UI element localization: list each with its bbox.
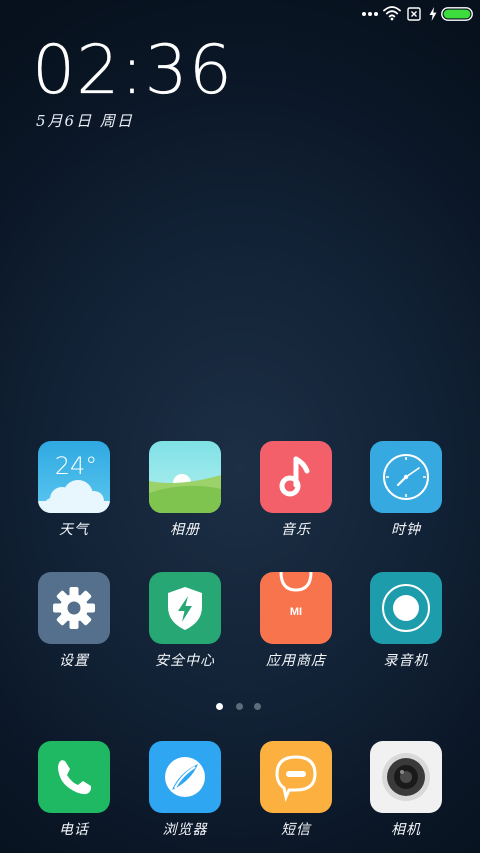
weather-icon: 24° [38,441,110,513]
gallery-icon [149,441,221,513]
shield-bolt-icon [149,572,221,644]
phone-icon [38,741,110,813]
home-screen: 02:36 5月6日 周日 24° 天气 相册 音乐 时钟 设置 安全中心 MI… [0,0,480,853]
weather-temperature: 24° [55,452,98,480]
app-label: 电话 [59,822,89,838]
page-dot-active[interactable] [216,703,223,710]
dock-browser[interactable]: 浏览器 [130,741,240,851]
page-indicator[interactable] [216,703,264,711]
store-bag-icon: MI [260,572,332,644]
app-settings[interactable]: 设置 [19,572,129,682]
app-clock[interactable]: 时钟 [351,441,461,551]
charging-bolt-icon [429,6,437,21]
app-label: 短信 [281,822,311,838]
status-bar [0,0,480,28]
app-security-center[interactable]: 安全中心 [130,572,240,682]
page-dot[interactable] [254,703,261,710]
battery-icon [441,6,473,21]
app-gallery[interactable]: 相册 [130,441,240,551]
app-recorder[interactable]: 录音机 [351,572,461,682]
gear-icon [38,572,110,644]
store-mi-badge: MI [290,606,302,618]
browser-icon [149,741,221,813]
clock-icon [370,441,442,513]
no-sim-icon [407,6,421,21]
battery-level-fill [443,9,471,19]
app-label: 音乐 [281,522,311,538]
clock-time[interactable]: 02:36 [32,28,233,114]
app-label: 相册 [170,522,200,538]
app-label: 设置 [59,653,89,669]
app-label: 应用商店 [266,653,326,669]
camera-icon [370,741,442,813]
app-label: 录音机 [383,653,429,669]
page-dot[interactable] [236,703,243,710]
more-dots-icon [362,12,378,18]
music-note-icon [260,441,332,513]
message-bubble-icon [260,741,332,813]
dock-messages[interactable]: 短信 [241,741,351,851]
app-label: 相机 [391,822,421,838]
app-label: 安全中心 [155,653,215,669]
app-label: 天气 [59,522,89,538]
app-label: 浏览器 [162,822,208,838]
app-weather[interactable]: 24° 天气 [19,441,129,551]
clock-date[interactable]: 5月6日 周日 [36,110,134,132]
app-store[interactable]: MI 应用商店 [241,572,351,682]
record-icon [370,572,442,644]
app-label: 时钟 [391,522,421,538]
dock-phone[interactable]: 电话 [19,741,129,851]
wifi-icon [383,5,401,21]
app-music[interactable]: 音乐 [241,441,351,551]
dock-camera[interactable]: 相机 [351,741,461,851]
